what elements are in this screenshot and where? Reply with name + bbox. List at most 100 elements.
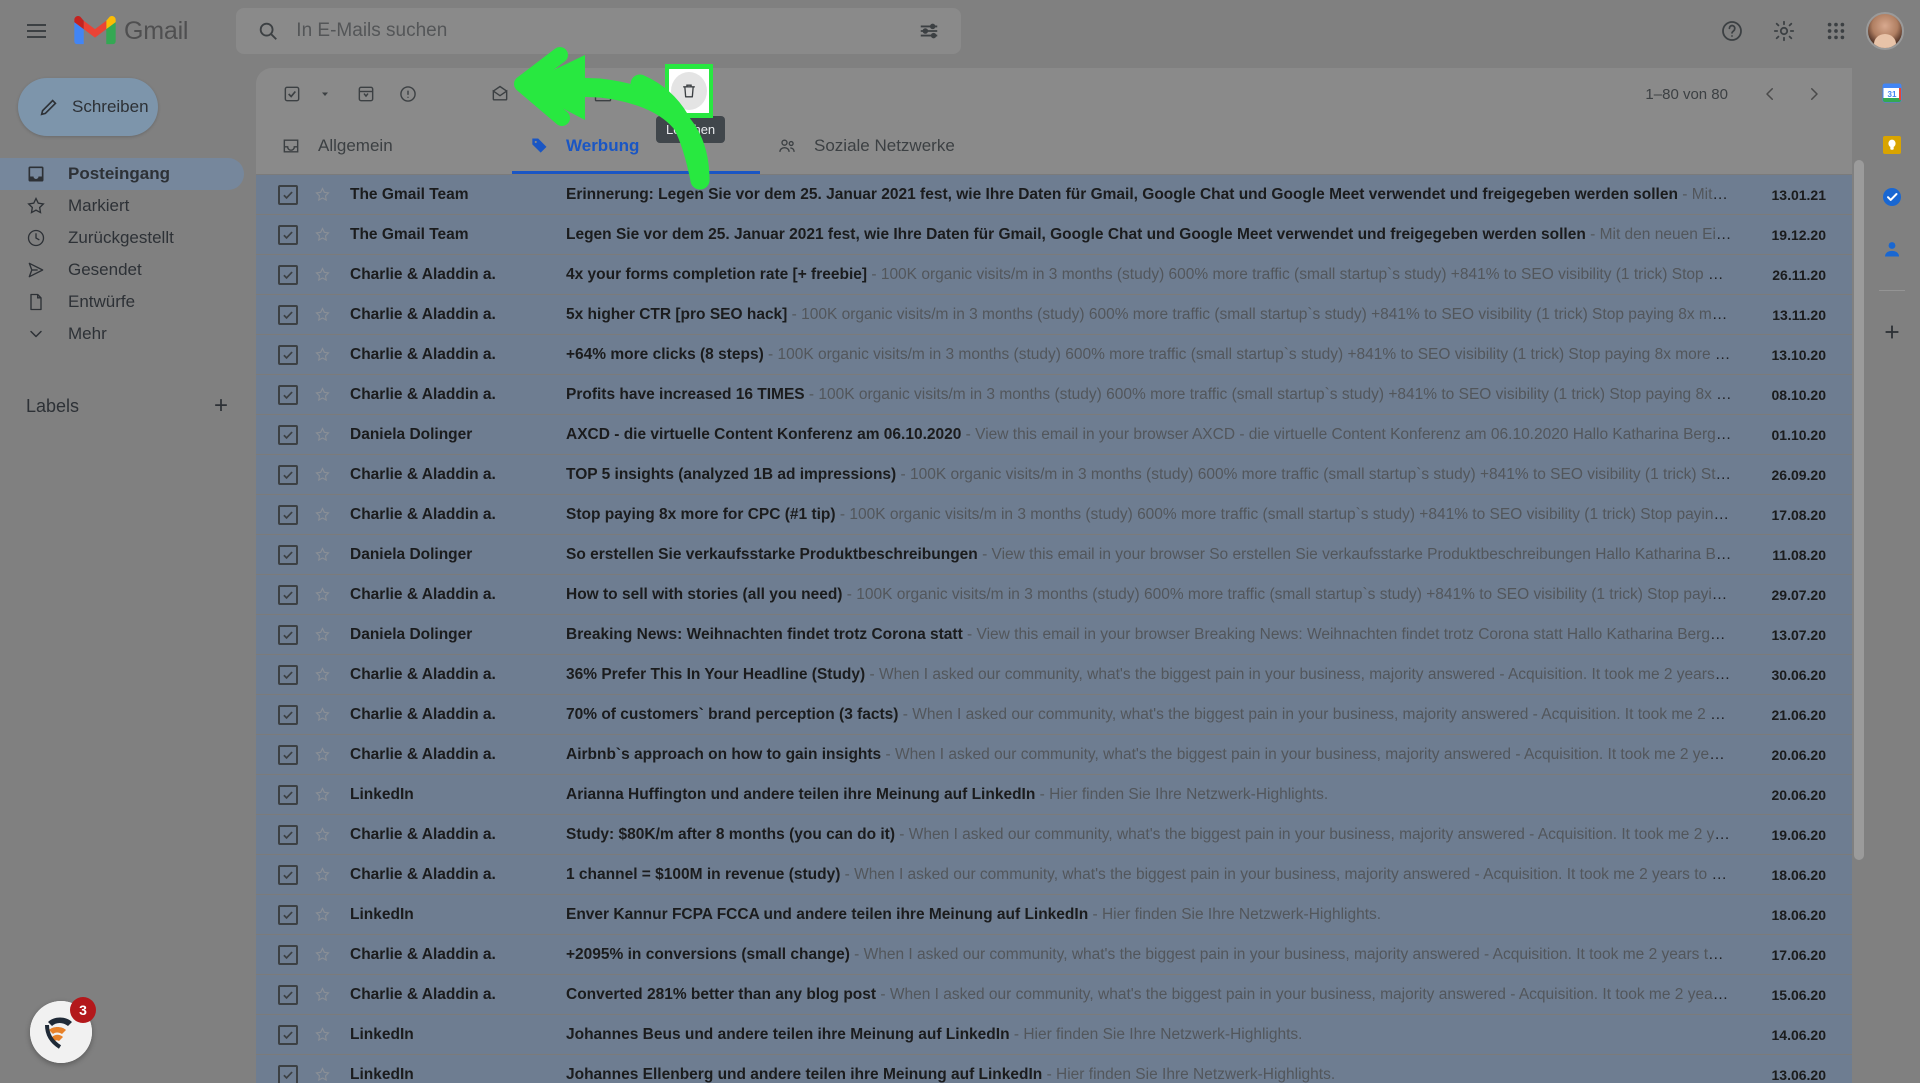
star-icon[interactable] — [308, 866, 336, 883]
row-checkbox[interactable] — [278, 744, 298, 765]
google-contacts-icon[interactable] — [1879, 236, 1905, 262]
add-addon-plus-icon[interactable] — [1879, 319, 1905, 345]
archive-icon[interactable] — [346, 74, 386, 114]
help-icon[interactable] — [1710, 9, 1754, 53]
search-options-icon[interactable] — [909, 11, 949, 51]
table-row[interactable]: Charlie & Aladdin a. Stop paying 8x more … — [256, 494, 1852, 534]
row-checkbox[interactable] — [278, 1024, 298, 1045]
row-checkbox[interactable] — [278, 864, 298, 885]
star-icon[interactable] — [308, 586, 336, 603]
table-row[interactable]: The Gmail Team Erinnerung: Legen Sie vor … — [256, 174, 1852, 214]
sidebar-item-entwuerfe[interactable]: Entwürfe — [0, 286, 244, 318]
star-icon[interactable] — [308, 506, 336, 523]
table-row[interactable]: Charlie & Aladdin a. Profits have increas… — [256, 374, 1852, 414]
table-row[interactable]: Charlie & Aladdin a. 36% Prefer This In Y… — [256, 654, 1852, 694]
table-row[interactable]: Daniela Dolinger AXCD - die virtuelle Con… — [256, 414, 1852, 454]
star-icon[interactable] — [308, 346, 336, 363]
table-row[interactable]: Charlie & Aladdin a. 5x higher CTR [pro S… — [256, 294, 1852, 334]
mark-unread-icon[interactable] — [480, 74, 520, 114]
row-checkbox[interactable] — [278, 704, 298, 725]
sidebar-item-markiert[interactable]: Markiert — [0, 190, 244, 222]
star-icon[interactable] — [308, 826, 336, 843]
row-checkbox[interactable] — [278, 784, 298, 805]
table-row[interactable]: Charlie & Aladdin a. How to sell with sto… — [256, 574, 1852, 614]
search-bar[interactable] — [236, 8, 962, 54]
table-row[interactable]: Charlie & Aladdin a. Converted 281% bette… — [256, 974, 1852, 1014]
table-row[interactable]: LinkedIn Johannes Ellenberg und andere te… — [256, 1054, 1852, 1083]
row-checkbox[interactable] — [278, 944, 298, 965]
avatar[interactable] — [1866, 12, 1904, 50]
star-icon[interactable] — [308, 706, 336, 723]
star-icon[interactable] — [308, 186, 336, 203]
plus-icon[interactable]: + — [208, 393, 234, 419]
row-checkbox[interactable] — [278, 584, 298, 605]
delete-button[interactable] — [430, 74, 478, 114]
table-row[interactable]: Charlie & Aladdin a. +64% more clicks (8 … — [256, 334, 1852, 374]
compose-button[interactable]: Schreiben — [18, 78, 158, 136]
row-checkbox[interactable] — [278, 504, 298, 525]
star-icon[interactable] — [308, 1026, 336, 1043]
search-input[interactable] — [288, 20, 910, 42]
google-keep-icon[interactable] — [1879, 132, 1905, 158]
row-checkbox[interactable] — [278, 1064, 298, 1083]
row-checkbox[interactable] — [278, 304, 298, 325]
tab-soziale-netzwerke[interactable]: Soziale Netzwerke — [760, 120, 1008, 174]
table-row[interactable]: Charlie & Aladdin a. +2095% in conversion… — [256, 934, 1852, 974]
table-row[interactable]: The Gmail Team Legen Sie vor dem 25. Janu… — [256, 214, 1852, 254]
row-checkbox[interactable] — [278, 224, 298, 245]
table-row[interactable]: Charlie & Aladdin a. Study: $80K/m after … — [256, 814, 1852, 854]
table-row[interactable]: Charlie & Aladdin a. 70% of customers` br… — [256, 694, 1852, 734]
row-checkbox[interactable] — [278, 544, 298, 565]
row-checkbox[interactable] — [278, 984, 298, 1005]
table-row[interactable]: LinkedIn Johannes Beus und andere teilen … — [256, 1014, 1852, 1054]
table-row[interactable]: Daniela Dolinger So erstellen Sie verkauf… — [256, 534, 1852, 574]
chevron-right-icon[interactable] — [1794, 74, 1834, 114]
gmail-logo[interactable]: Gmail — [74, 15, 188, 47]
row-checkbox[interactable] — [278, 264, 298, 285]
row-checkbox[interactable] — [278, 464, 298, 485]
star-icon[interactable] — [308, 226, 336, 243]
report-spam-icon[interactable] — [388, 74, 428, 114]
star-icon[interactable] — [308, 986, 336, 1003]
star-icon[interactable] — [308, 1066, 336, 1083]
tab-allgemein[interactable]: Allgemein — [264, 120, 512, 174]
row-checkbox[interactable] — [278, 824, 298, 845]
select-all-checkbox[interactable] — [272, 74, 312, 114]
star-icon[interactable] — [308, 906, 336, 923]
table-row[interactable]: LinkedIn Enver Kannur FCPA FCCA und ander… — [256, 894, 1852, 934]
floating-widget-button[interactable]: 3 — [30, 997, 96, 1063]
star-icon[interactable] — [308, 786, 336, 803]
row-checkbox[interactable] — [278, 664, 298, 685]
select-all-chevron-down-icon[interactable] — [314, 74, 336, 114]
star-icon[interactable] — [308, 546, 336, 563]
row-checkbox[interactable] — [278, 344, 298, 365]
google-apps-icon[interactable] — [1814, 9, 1858, 53]
table-row[interactable]: Charlie & Aladdin a. TOP 5 insights (anal… — [256, 454, 1852, 494]
star-icon[interactable] — [308, 426, 336, 443]
table-row[interactable]: Charlie & Aladdin a. Airbnb`s approach on… — [256, 734, 1852, 774]
row-checkbox[interactable] — [278, 904, 298, 925]
star-icon[interactable] — [308, 666, 336, 683]
sidebar-item-mehr[interactable]: Mehr — [0, 318, 244, 350]
row-checkbox[interactable] — [278, 384, 298, 405]
sidebar-item-zurueckgestellt[interactable]: Zurückgestellt — [0, 222, 244, 254]
row-checkbox[interactable] — [278, 184, 298, 205]
gear-icon[interactable] — [1762, 9, 1806, 53]
table-row[interactable]: Charlie & Aladdin a. 4x your forms comple… — [256, 254, 1852, 294]
table-row[interactable]: Daniela Dolinger Breaking News: Weihnacht… — [256, 614, 1852, 654]
star-icon[interactable] — [308, 946, 336, 963]
star-icon[interactable] — [308, 386, 336, 403]
search-icon[interactable] — [248, 11, 288, 51]
google-tasks-icon[interactable] — [1879, 184, 1905, 210]
star-icon[interactable] — [308, 746, 336, 763]
sidebar-item-gesendet[interactable]: Gesendet — [0, 254, 244, 286]
google-calendar-icon[interactable]: 31 — [1879, 80, 1905, 106]
row-checkbox[interactable] — [278, 424, 298, 445]
chevron-left-icon[interactable] — [1750, 74, 1790, 114]
table-row[interactable]: LinkedIn Arianna Huffington und andere te… — [256, 774, 1852, 814]
table-row[interactable]: Charlie & Aladdin a. 1 channel = $100M in… — [256, 854, 1852, 894]
snooze-icon[interactable] — [522, 74, 562, 114]
move-to-folder-icon[interactable] — [583, 74, 623, 114]
hamburger-icon[interactable] — [12, 7, 60, 55]
list-scrollbar[interactable] — [1854, 160, 1864, 1060]
